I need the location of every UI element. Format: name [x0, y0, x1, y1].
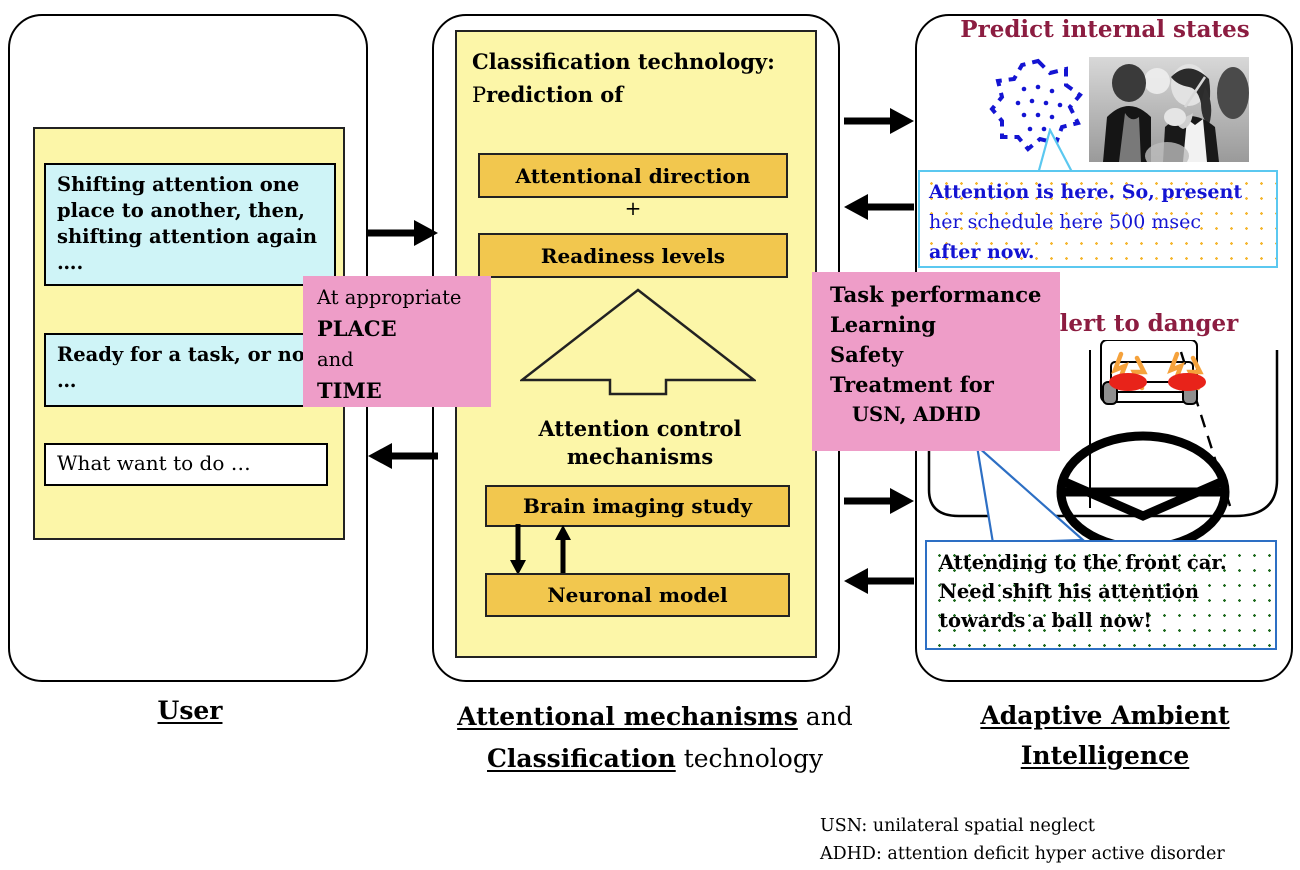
- neuronal-model-label: Neuronal model: [547, 583, 728, 607]
- aai-caption-u2: Intelligence: [1020, 741, 1190, 770]
- title-line-2: Prediction of: [472, 78, 807, 112]
- readiness-levels-box: Readiness levels: [478, 233, 788, 278]
- arrow-predict-to-mechanisms-icon: [844, 194, 914, 220]
- alert-bubble-text: Attending to the front car. Need shift h…: [927, 542, 1275, 635]
- place-time-line-4: TIME: [317, 378, 382, 403]
- attention-control-mechanisms-label: Attention control mechanisms: [470, 415, 810, 471]
- alert-bubble-line-2: Need shift his attention: [939, 580, 1199, 603]
- alert-bubble-line-1: Attending to the front car.: [939, 551, 1227, 574]
- arrow-alert-to-mechanisms-icon: [844, 568, 914, 594]
- predict-bubble-text: Attention is here. So, present her sched…: [920, 172, 1276, 267]
- abbreviation-legend: USN: unilateral spatial neglect ADHD: at…: [820, 812, 1290, 868]
- bubble-tail-predict-icon: [1036, 128, 1074, 174]
- arrow-user-to-mechanisms-icon: [368, 220, 438, 246]
- user-caption-text: User: [157, 696, 223, 725]
- ambient-intelligence-caption: Adaptive Ambient Intelligence: [930, 696, 1280, 776]
- user-caption: User: [80, 696, 300, 725]
- mechanisms-caption-p1: and: [797, 702, 853, 731]
- user-state-box-2: Ready for a task, or not …: [44, 333, 336, 407]
- title-line-2-rest: rediction of: [486, 82, 624, 107]
- outcomes-line-2: Learning: [830, 312, 936, 337]
- attentional-direction-label: Attentional direction: [515, 164, 751, 188]
- arrow-mechanisms-to-alert-icon: [844, 488, 914, 514]
- alert-bubble-line-3: towards a ball now!: [939, 609, 1152, 632]
- readiness-levels-label: Readiness levels: [540, 244, 726, 268]
- mechanisms-caption-u2: Classification: [487, 744, 676, 773]
- arrow-mechanisms-to-predict-icon: [844, 108, 914, 134]
- place-time-line-1: At appropriate: [317, 286, 462, 309]
- attentional-direction-box: Attentional direction: [478, 153, 788, 198]
- brain-imaging-study-label: Brain imaging study: [523, 494, 752, 518]
- brain-neuron-bidirectional-arrows-icon: [510, 524, 571, 576]
- mechanisms-caption-p2: technology: [675, 744, 823, 773]
- acm-line-1: Attention control: [538, 416, 742, 441]
- outcomes-line-3: Safety: [830, 342, 904, 367]
- predict-bubble-line-3: after now.: [929, 241, 1035, 263]
- place-time-callout: At appropriate PLACE and TIME: [303, 276, 491, 407]
- predict-internal-states-title: Predict internal states: [960, 16, 1250, 43]
- user-state-box-3: What want to do …: [44, 443, 328, 486]
- legend-line-2: ADHD: attention deficit hyper active dis…: [820, 844, 1225, 864]
- outcomes-line-5: USN, ADHD: [852, 403, 981, 426]
- acm-line-2: mechanisms: [566, 444, 714, 469]
- brain-imaging-study-box: Brain imaging study: [485, 485, 790, 527]
- user-state-text-2: Ready for a task, or not …: [57, 343, 314, 392]
- user-state-text-1: Shifting attention one place to another,…: [57, 173, 318, 274]
- alert-speech-bubble: Attending to the front car. Need shift h…: [925, 540, 1277, 650]
- user-state-text-3: What want to do …: [57, 451, 251, 475]
- mechanisms-caption-line-1: Attentional mechanisms and: [420, 696, 890, 738]
- aai-caption-line-2: Intelligence: [930, 736, 1280, 776]
- mechanisms-caption: Attentional mechanisms and Classificatio…: [420, 696, 890, 780]
- plus-sign: +: [624, 196, 642, 220]
- upward-block-arrow-icon: [520, 288, 756, 396]
- outcomes-callout: Task performance Learning Safety Treatme…: [812, 272, 1060, 451]
- classification-technology-title: Classification technology: Prediction of: [472, 45, 807, 112]
- predict-bubble-line-2: her schedule here 500 msec: [929, 211, 1202, 233]
- aai-caption-u1: Adaptive Ambient: [980, 701, 1230, 730]
- predict-bubble-line-1: Attention is here. So, present: [929, 181, 1243, 203]
- predict-speech-bubble: Attention is here. So, present her sched…: [918, 170, 1278, 268]
- bubble-tail-alert-icon: [975, 443, 1086, 545]
- arrow-mechanisms-to-user-icon: [368, 443, 438, 469]
- legend-line-1: USN: unilateral spatial neglect: [820, 816, 1095, 836]
- place-time-line-3: and: [317, 348, 354, 371]
- mechanisms-caption-u1: Attentional mechanisms: [457, 702, 798, 731]
- neuronal-model-box: Neuronal model: [485, 573, 790, 617]
- user-state-box-1: Shifting attention one place to another,…: [44, 163, 336, 286]
- outcomes-line-4: Treatment for: [830, 372, 994, 397]
- place-time-line-2: PLACE: [317, 316, 397, 341]
- outcomes-line-1: Task performance: [830, 282, 1042, 307]
- mechanisms-caption-line-2: Classification technology: [420, 738, 890, 780]
- title-line-1: Classification technology:: [472, 49, 775, 74]
- aai-caption-line-1: Adaptive Ambient: [930, 696, 1280, 736]
- title-line-2-cap: P: [472, 83, 487, 107]
